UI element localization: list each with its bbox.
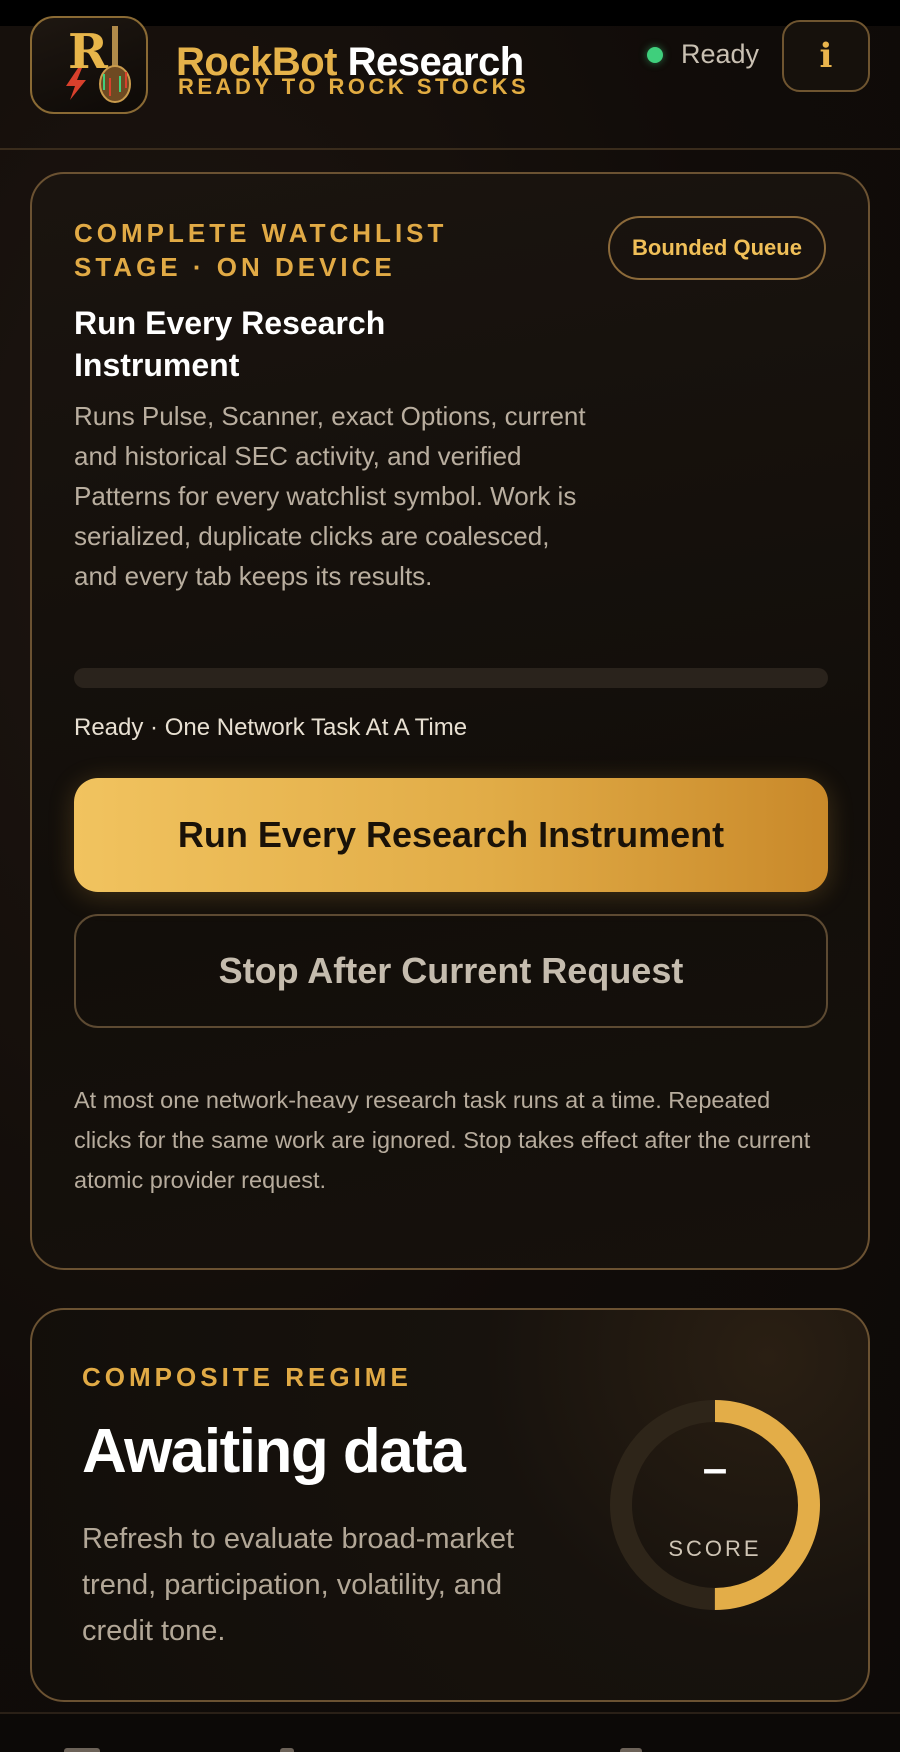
score-label: SCORE xyxy=(668,1536,762,1561)
app-tagline: READY TO ROCK STOCKS xyxy=(178,74,530,99)
card-title: Run Every Research Instrument xyxy=(74,305,386,383)
status-indicator-icon xyxy=(647,47,663,63)
app-header: R RockBot Research READY TO ROCK STOCKS … xyxy=(0,16,900,150)
nav-icon-peek[interactable] xyxy=(620,1748,642,1752)
score-gauge xyxy=(610,1400,820,1610)
stop-after-request-button[interactable]: Stop After Current Request xyxy=(74,914,828,1028)
composite-regime-card: COMPOSITE REGIME Awaiting data Refresh t… xyxy=(30,1308,870,1702)
guitar-icon xyxy=(99,26,131,103)
watchlist-stage-card: COMPLETE WATCHLIST STAGE · ON DEVICE Bou… xyxy=(30,172,870,1270)
score-value: – xyxy=(702,1444,728,1493)
bottom-navigation[interactable] xyxy=(0,1712,900,1752)
regime-description: Refresh to evaluate broad-market trend, … xyxy=(82,1523,514,1647)
bounded-queue-badge: Bounded Queue xyxy=(608,216,826,280)
regime-title: Awaiting data xyxy=(82,1417,466,1486)
connection-status: Ready xyxy=(681,39,760,69)
queue-note: At most one network-heavy research task … xyxy=(74,1087,811,1193)
nav-icon-peek[interactable] xyxy=(64,1748,100,1752)
info-button[interactable]: i xyxy=(782,20,870,92)
card-eyebrow: COMPOSITE REGIME xyxy=(82,1362,412,1392)
lightning-icon xyxy=(66,68,86,100)
progress-status: Ready · One Network Task At A Time xyxy=(74,714,468,741)
nav-icon-peek[interactable] xyxy=(280,1748,294,1752)
card-description: Runs Pulse, Scanner, exact Options, curr… xyxy=(74,401,586,591)
card-eyebrow: COMPLETE WATCHLIST STAGE · ON DEVICE xyxy=(74,218,448,282)
run-all-instruments-button[interactable]: Run Every Research Instrument xyxy=(74,778,828,892)
app-logo: R xyxy=(30,16,148,114)
progress-bar xyxy=(74,668,828,688)
